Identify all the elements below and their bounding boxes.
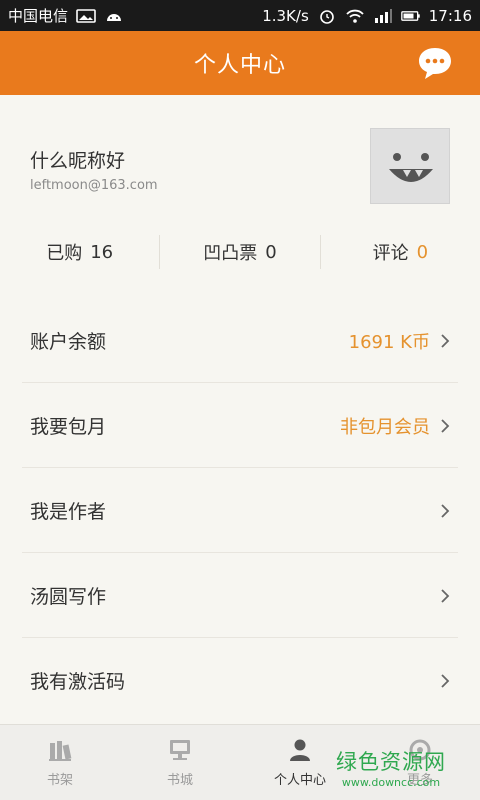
carrier-label: 中国电信 [8,7,69,25]
stat-label: 凹凸票 [203,243,258,264]
tab-bookstore[interactable]: 书城 [120,725,240,800]
nickname[interactable]: 什么昵称好 [30,146,125,173]
chevron-right-icon [441,673,450,688]
menu-item-value: 非包月会员 [340,416,430,438]
tab-label: 书城 [166,773,193,788]
chevron-right-icon [441,503,450,518]
clock: 17:16 [428,6,472,25]
status-bar: 中国电信 1.3K/s 17:16 [0,0,480,31]
android-icon [107,13,122,21]
page-title: 个人中心 [193,53,286,78]
menu-item-monthly[interactable]: 我要包月 非包月会员 [0,383,480,468]
tab-label: 个人中心 [273,773,326,788]
menu-item-balance[interactable]: 账户余额 1691 K币 [0,298,480,383]
stat-comments[interactable]: 评论 0 [319,235,480,269]
battery-icon [400,10,420,21]
stats-row: 已购 16 凹凸票 0 评论 0 [0,235,480,269]
user-icon [290,739,310,761]
watermark-url: www.downcc.com [341,776,441,789]
bookstore-icon [170,740,190,760]
tab-label: 书架 [46,773,73,788]
watermark: 绿色资源网 www.downcc.com [326,746,456,789]
menu-item-label: 我是作者 [30,501,107,523]
stat-purchased[interactable]: 已购 16 [0,235,159,269]
stat-value: 16 [90,241,114,263]
menu-item-label: 账户余额 [30,331,107,353]
menu-item-label: 我要包月 [30,416,107,438]
chat-bubble-icon[interactable] [416,45,454,81]
menu-list: 账户余额 1691 K币 我要包月 非包月会员 我是作者 汤圆写作 我有激活码 [0,298,480,723]
chevron-right-icon [441,333,450,348]
menu-item-writing[interactable]: 汤圆写作 [0,553,480,638]
menu-item-label: 我有激活码 [30,671,126,693]
alarm-icon [319,9,334,24]
chevron-right-icon [441,418,450,433]
image-icon [76,8,96,23]
menu-item-label: 汤圆写作 [30,586,107,608]
menu-item-author[interactable]: 我是作者 [0,468,480,553]
stat-label: 已购 [46,243,83,264]
tab-bookshelf[interactable]: 书架 [0,725,120,800]
chevron-right-icon [441,588,450,603]
menu-item-activation-code[interactable]: 我有激活码 [0,638,480,723]
watermark-title: 绿色资源网 [336,750,446,774]
signal-icon [374,8,392,23]
email: leftmoon@163.com [30,178,158,193]
stat-tickets[interactable]: 凹凸票 0 [159,235,319,269]
stat-label: 评论 [372,243,409,264]
stat-value: 0 [265,241,277,263]
stat-value: 0 [416,241,429,263]
avatar[interactable] [370,128,450,204]
title-bar: 个人中心 [0,31,480,95]
bookshelf-icon [49,741,72,761]
network-speed: 1.3K/s [262,6,309,25]
avatar-face-icon [389,153,433,182]
menu-item-value: 1691 K币 [348,331,430,353]
wifi-icon [346,9,364,23]
